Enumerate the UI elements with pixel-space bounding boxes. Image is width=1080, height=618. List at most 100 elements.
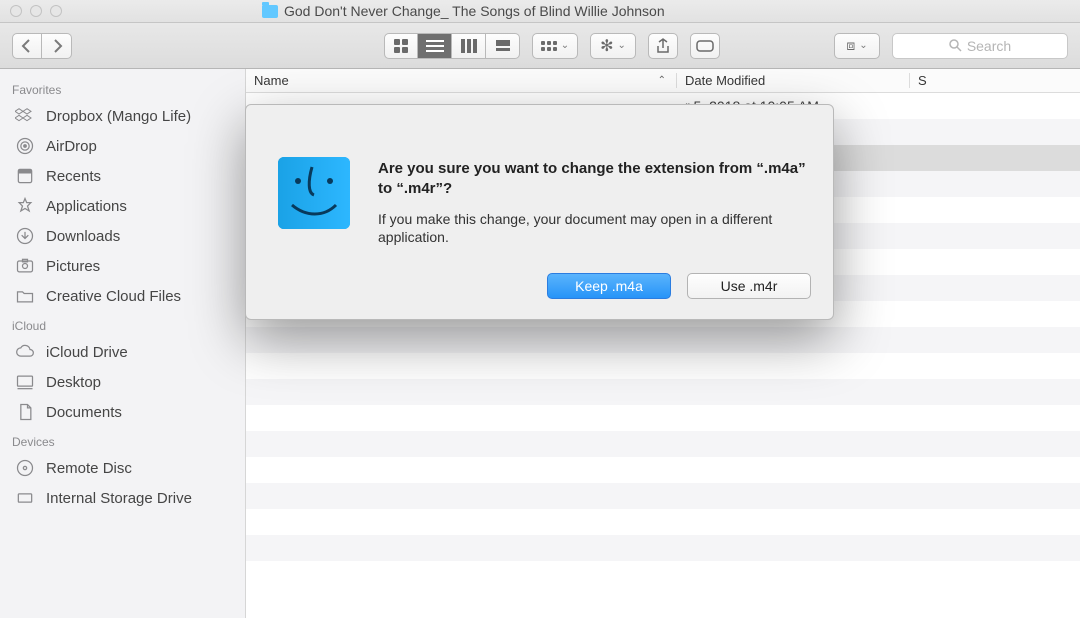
chevron-down-icon: ⌄: [561, 40, 569, 51]
sidebar-item-desktop[interactable]: Desktop: [0, 367, 245, 397]
search-field[interactable]: Search: [892, 33, 1068, 59]
minimize-window-icon[interactable]: [30, 5, 42, 17]
file-row[interactable]: [246, 509, 1080, 535]
sidebar-item-recents[interactable]: Recents: [0, 161, 245, 191]
column-header-name[interactable]: Name ⌃: [246, 73, 677, 88]
dialog-body: If you make this change, your document m…: [378, 210, 811, 248]
airdrop-icon: [14, 136, 36, 156]
folder-icon: [262, 5, 278, 18]
sidebar-item-creative-cloud[interactable]: Creative Cloud Files: [0, 281, 245, 311]
use-extension-button[interactable]: Use .m4r: [687, 273, 811, 299]
sidebar-item-label: Creative Cloud Files: [46, 288, 181, 305]
file-row[interactable]: [246, 327, 1080, 353]
sidebar-item-icloud-drive[interactable]: iCloud Drive: [0, 337, 245, 367]
file-row[interactable]: [246, 405, 1080, 431]
sidebar-item-label: Documents: [46, 404, 122, 421]
gallery-view-button[interactable]: [486, 33, 520, 59]
folder-icon: [14, 286, 36, 306]
applications-icon: [14, 196, 36, 216]
sidebar-item-label: Remote Disc: [46, 460, 132, 477]
sidebar-item-label: AirDrop: [46, 138, 97, 155]
sidebar-header-icloud: iCloud: [0, 311, 245, 337]
sidebar-item-label: Recents: [46, 168, 101, 185]
sidebar-item-label: Internal Storage Drive: [46, 490, 192, 507]
sort-ascending-icon: ⌃: [658, 75, 666, 86]
tags-button[interactable]: [690, 33, 720, 59]
cloud-icon: [14, 342, 36, 362]
arrange-button[interactable]: ⌄: [532, 33, 578, 59]
columns-icon: [461, 39, 477, 53]
column-header-row: Name ⌃ Date Modified S: [246, 69, 1080, 93]
finder-icon: [278, 157, 350, 229]
chevron-left-icon: [21, 39, 33, 53]
sidebar-header-devices: Devices: [0, 427, 245, 453]
sidebar: Favorites Dropbox (Mango Life) AirDrop R…: [0, 69, 246, 618]
sidebar-header-favorites: Favorites: [0, 75, 245, 101]
share-icon: [656, 38, 670, 54]
grid-icon: [394, 39, 408, 53]
action-button[interactable]: ✻ ⌄: [590, 33, 636, 59]
file-row[interactable]: [246, 535, 1080, 561]
column-view-button[interactable]: [452, 33, 486, 59]
maximize-window-icon[interactable]: [50, 5, 62, 17]
traffic-lights: [10, 5, 62, 17]
dropbox-icon: [14, 106, 36, 126]
forward-button[interactable]: [42, 33, 72, 59]
downloads-icon: [14, 226, 36, 246]
sidebar-item-label: Applications: [46, 198, 127, 215]
icon-view-button[interactable]: [384, 33, 418, 59]
titlebar: God Don't Never Change_ The Songs of Bli…: [0, 0, 1080, 23]
file-row[interactable]: [246, 457, 1080, 483]
sidebar-item-pictures[interactable]: Pictures: [0, 251, 245, 281]
sidebar-item-airdrop[interactable]: AirDrop: [0, 131, 245, 161]
confirm-dialog: Are you sure you want to change the exte…: [245, 104, 834, 320]
sidebar-item-label: Downloads: [46, 228, 120, 245]
sidebar-item-downloads[interactable]: Downloads: [0, 221, 245, 251]
drive-icon: [14, 488, 36, 508]
file-row[interactable]: [246, 431, 1080, 457]
desktop-icon: [14, 372, 36, 392]
dropbox-icon: ⧈: [846, 37, 855, 54]
back-button[interactable]: [12, 33, 42, 59]
window-title: God Don't Never Change_ The Songs of Bli…: [284, 3, 665, 19]
document-icon: [14, 402, 36, 422]
dropbox-button[interactable]: ⧈ ⌄: [834, 33, 880, 59]
view-mode-buttons: [384, 33, 520, 59]
file-row[interactable]: [246, 561, 1080, 587]
sidebar-item-label: Dropbox (Mango Life): [46, 108, 191, 125]
chevron-right-icon: [51, 39, 63, 53]
sidebar-item-remote-disc[interactable]: Remote Disc: [0, 453, 245, 483]
dialog-buttons: Keep .m4a Use .m4r: [378, 255, 811, 299]
sidebar-item-internal-storage[interactable]: Internal Storage Drive: [0, 483, 245, 513]
sidebar-item-applications[interactable]: Applications: [0, 191, 245, 221]
file-row[interactable]: [246, 353, 1080, 379]
search-icon: [949, 39, 962, 52]
column-header-label: Name: [254, 73, 289, 88]
recents-icon: [14, 166, 36, 186]
column-header-size[interactable]: S: [910, 73, 1080, 88]
column-header-label: S: [918, 73, 927, 88]
sidebar-item-dropbox[interactable]: Dropbox (Mango Life): [0, 101, 245, 131]
close-window-icon[interactable]: [10, 5, 22, 17]
pictures-icon: [14, 256, 36, 276]
share-button[interactable]: [648, 33, 678, 59]
button-label: Use .m4r: [721, 278, 778, 294]
chevron-down-icon: ⌄: [618, 40, 626, 51]
button-label: Keep .m4a: [575, 278, 643, 294]
tag-icon: [696, 40, 714, 52]
dialog-heading: Are you sure you want to change the exte…: [378, 159, 811, 200]
gear-icon: ✻: [600, 36, 613, 56]
toolbar: ⌄ ✻ ⌄ ⧈ ⌄ Search: [0, 23, 1080, 69]
search-placeholder: Search: [967, 38, 1011, 54]
sidebar-item-label: Desktop: [46, 374, 101, 391]
sidebar-item-label: iCloud Drive: [46, 344, 128, 361]
keep-extension-button[interactable]: Keep .m4a: [547, 273, 671, 299]
file-row[interactable]: [246, 379, 1080, 405]
arrange-icon: [541, 41, 557, 51]
sidebar-item-documents[interactable]: Documents: [0, 397, 245, 427]
column-header-date[interactable]: Date Modified: [677, 73, 910, 88]
list-view-button[interactable]: [418, 33, 452, 59]
nav-buttons: [12, 33, 72, 59]
sidebar-item-label: Pictures: [46, 258, 100, 275]
file-row[interactable]: [246, 483, 1080, 509]
